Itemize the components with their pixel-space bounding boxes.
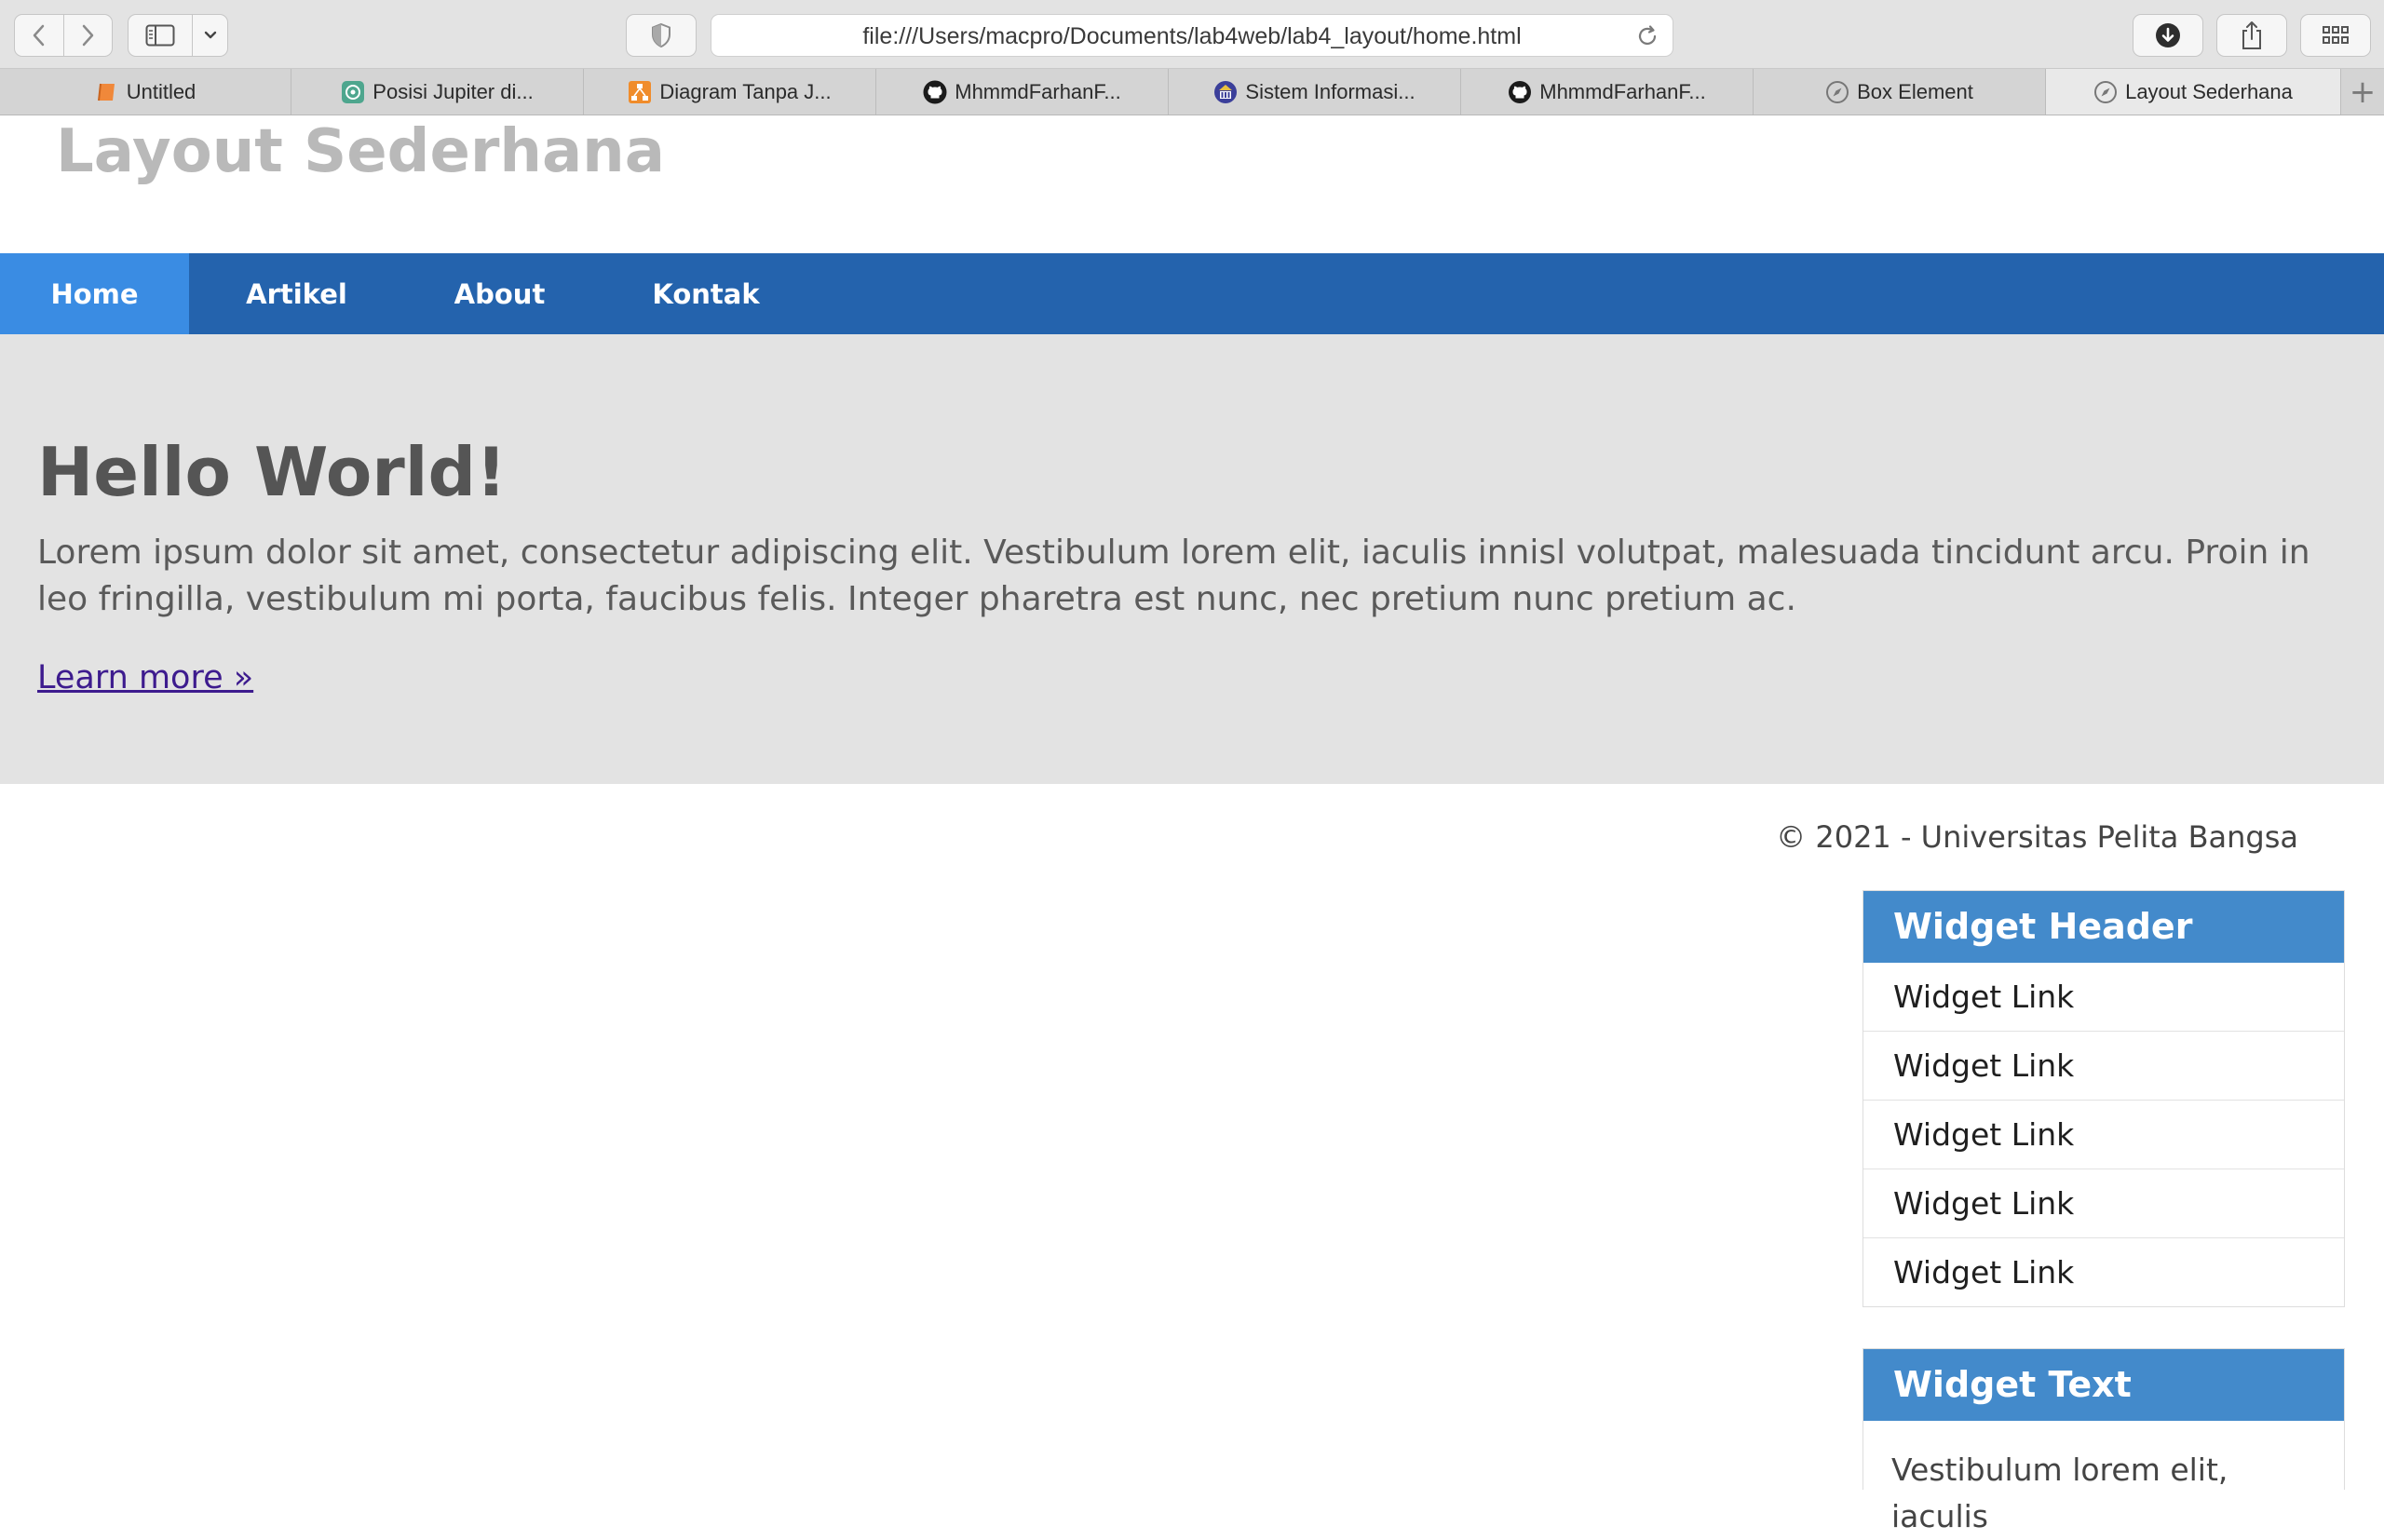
chevron-left-icon: [33, 24, 44, 47]
tab-label: MhmmdFarhanF...: [955, 79, 1121, 103]
tab-label: Posisi Jupiter di...: [372, 79, 534, 103]
back-button[interactable]: [15, 15, 63, 56]
tab-label: Layout Sederhana: [2125, 79, 2293, 103]
tab-untitled[interactable]: Untitled: [0, 69, 291, 115]
nav-about[interactable]: About: [410, 253, 589, 334]
history-nav-group: [14, 14, 113, 57]
widget-link[interactable]: Widget Link: [1863, 963, 2344, 1032]
tab-label: Diagram Tanpa J...: [659, 79, 832, 103]
tab-sistem-informasi[interactable]: Sistem Informasi...: [1169, 69, 1461, 115]
download-icon: [2156, 23, 2180, 47]
widget-header: Widget Header: [1863, 891, 2344, 963]
nav-kontak[interactable]: Kontak: [615, 253, 797, 334]
widget-text: Widget Text Vestibulum lorem elit, iacul…: [1862, 1348, 2345, 1534]
widget-link[interactable]: Widget Link: [1863, 1169, 2344, 1238]
sidebar-toggle-group: [128, 14, 228, 57]
tab-overview-button[interactable]: [2300, 14, 2371, 57]
sidebar-menu-dropdown[interactable]: [192, 15, 227, 56]
github-icon: [1509, 80, 1532, 103]
main-navbar: Home Artikel About Kontak: [0, 253, 2384, 334]
share-icon: [2242, 21, 2261, 49]
widget-links: Widget Header Widget Link Widget Link Wi…: [1862, 890, 2345, 1307]
tab-label: Sistem Informasi...: [1245, 79, 1416, 103]
reload-icon[interactable]: [1635, 24, 1659, 48]
privacy-report-button[interactable]: [626, 14, 697, 57]
tab-diagram-tanpa-judul[interactable]: Diagram Tanpa J...: [584, 69, 876, 115]
address-bar[interactable]: file:///Users/macpro/Documents/lab4web/l…: [711, 14, 1673, 57]
browser-toolbar: file:///Users/macpro/Documents/lab4web/l…: [0, 0, 2384, 69]
widget-text-header: Widget Text: [1863, 1349, 2344, 1421]
tab-layout-sederhana[interactable]: Layout Sederhana: [2046, 69, 2341, 115]
url-text: file:///Users/macpro/Documents/lab4web/l…: [862, 23, 1522, 49]
compass-icon: [2094, 80, 2118, 103]
nav-home[interactable]: Home: [0, 253, 189, 334]
tab-github-2[interactable]: MhmmdFarhanF...: [1461, 69, 1754, 115]
hero-paragraph: Lorem ipsum dolor sit amet, consectetur …: [37, 534, 2310, 618]
sidebar-icon: [145, 24, 175, 47]
plus-icon: +: [2349, 73, 2377, 111]
sidebar-toggle-button[interactable]: [129, 15, 192, 56]
downloads-button[interactable]: [2133, 14, 2203, 57]
share-button[interactable]: [2216, 14, 2287, 57]
chevron-right-icon: [83, 24, 94, 47]
tab-box-element[interactable]: Box Element: [1754, 69, 2046, 115]
tab-posisi-jupiter[interactable]: Posisi Jupiter di...: [291, 69, 584, 115]
book-icon: [97, 83, 115, 101]
widget-link[interactable]: Widget Link: [1863, 1238, 2344, 1306]
widget-text-body: Vestibulum lorem elit, iaculis: [1891, 1452, 2228, 1534]
grid-icon: [2323, 26, 2349, 44]
forward-button[interactable]: [62, 15, 113, 56]
tab-label: Untitled: [126, 79, 196, 103]
widget-link[interactable]: Widget Link: [1863, 1101, 2344, 1169]
learn-more-link[interactable]: Learn more »: [37, 655, 253, 701]
openai-icon: [342, 80, 365, 103]
compass-icon: [1826, 80, 1849, 103]
widget-link[interactable]: Widget Link: [1863, 1032, 2344, 1101]
chevron-down-icon: [204, 31, 216, 39]
tab-bar: Untitled Posisi Jupiter di... Diagram Ta…: [0, 69, 2384, 115]
university-icon: [1214, 80, 1238, 103]
hero-section: Hello World! Lorem ipsum dolor sit amet,…: [0, 334, 2384, 784]
page-title: Layout Sederhana: [56, 117, 665, 186]
tab-label: MhmmdFarhanF...: [1539, 79, 1706, 103]
shield-icon: [652, 22, 670, 48]
footer-copyright: © 2021 - Universitas Pelita Bangsa: [1776, 819, 2298, 855]
tab-label: Box Element: [1857, 79, 1973, 103]
hero-heading: Hello World!: [37, 433, 507, 511]
github-icon: [923, 80, 947, 103]
new-tab-button[interactable]: +: [2341, 69, 2384, 115]
nav-artikel[interactable]: Artikel: [211, 253, 382, 334]
tab-github-1[interactable]: MhmmdFarhanF...: [876, 69, 1169, 115]
drawio-icon: [629, 80, 652, 103]
